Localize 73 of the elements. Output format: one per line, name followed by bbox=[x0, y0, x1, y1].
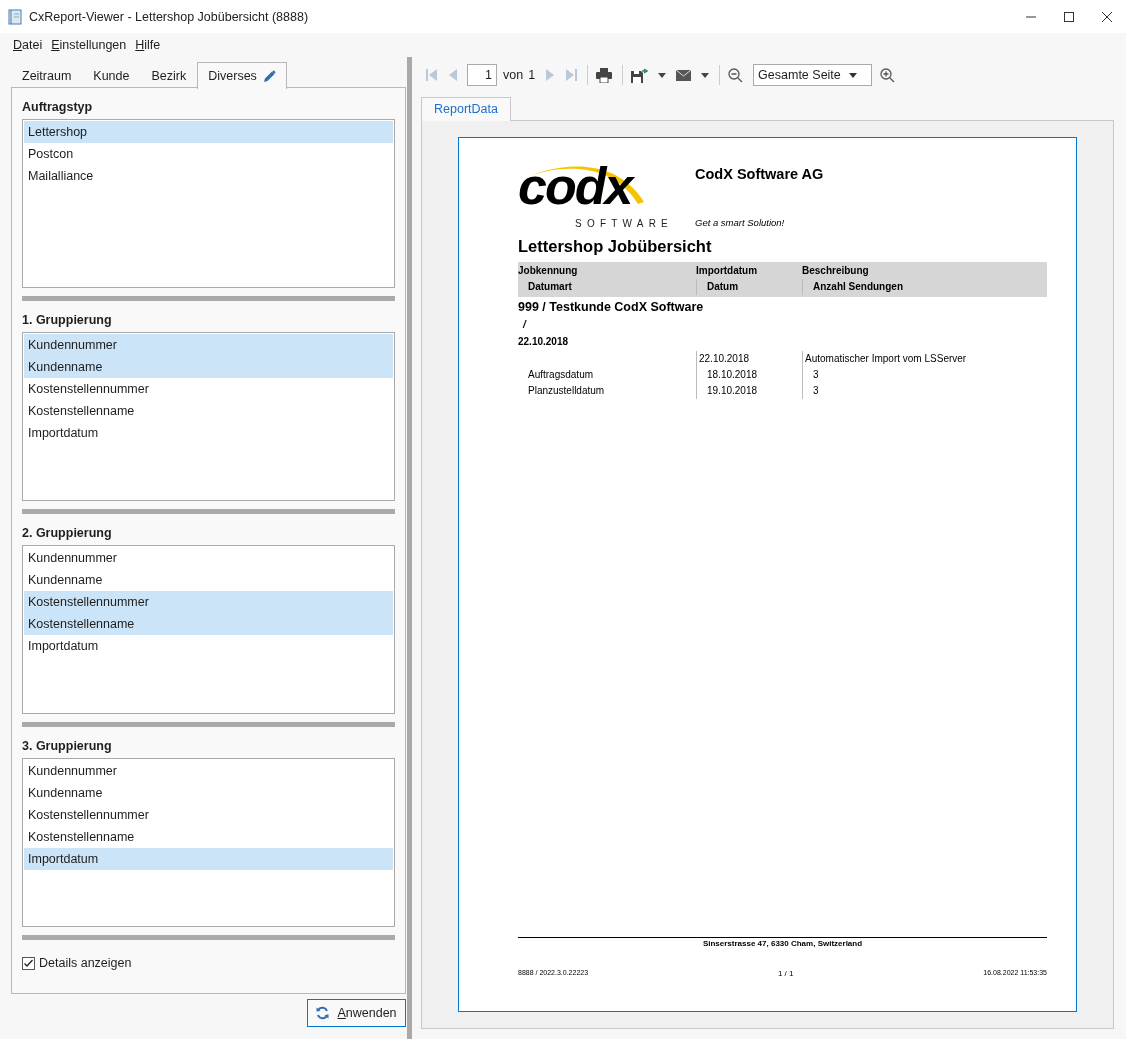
menu-item[interactable]: Einstellungen bbox=[51, 38, 127, 52]
export-icon[interactable] bbox=[631, 67, 649, 83]
table-cell-text: 22.10.2018 bbox=[698, 353, 750, 364]
list-item[interactable]: Kundenname bbox=[24, 356, 393, 378]
column-header: Importdatum bbox=[696, 264, 759, 278]
notebook-icon bbox=[8, 8, 22, 25]
list-item[interactable]: Kundennummer bbox=[24, 547, 393, 569]
logo-tagline: SOFTWARE bbox=[575, 218, 673, 229]
caret-icon[interactable] bbox=[658, 72, 667, 78]
tab[interactable]: Diverses bbox=[197, 62, 287, 89]
maximize-icon[interactable] bbox=[1064, 11, 1074, 22]
page-number: 1 / 1 bbox=[777, 969, 794, 978]
section-title: 2. Gruppierung bbox=[22, 525, 113, 542]
print-icon[interactable] bbox=[596, 67, 613, 83]
section-title: Auftragstyp bbox=[22, 99, 94, 116]
list-item[interactable]: Kostenstellennummer bbox=[24, 378, 393, 400]
list-item[interactable]: Postcon bbox=[24, 143, 393, 165]
list-item[interactable]: Importdatum bbox=[24, 635, 393, 657]
list-item[interactable]: Lettershop bbox=[24, 121, 393, 143]
table-cell-text: Planzustelldatum bbox=[527, 384, 606, 398]
list-item[interactable]: Kundennummer bbox=[24, 760, 393, 782]
tab[interactable]: Bezirk bbox=[140, 62, 198, 88]
column-header: Anzahl Sendungen bbox=[802, 279, 1047, 295]
date-group: 22.10.2018 bbox=[518, 333, 1047, 351]
zoom-dropdown[interactable]: Gesamte Seite bbox=[753, 64, 873, 86]
menu-item[interactable]: Datei bbox=[13, 38, 43, 52]
list-item[interactable]: Kostenstellenname bbox=[24, 826, 393, 848]
list-item[interactable]: Kundennummer bbox=[24, 334, 393, 356]
window-title: CxReport-Viewer - Lettershop Jobübersicht (8888) bbox=[29, 9, 309, 24]
list-item[interactable]: Mailalliance bbox=[24, 165, 393, 187]
table-cell-text: Automatischer Import vom LSServer bbox=[804, 353, 967, 364]
group-subtitle: / bbox=[521, 318, 528, 332]
list-item[interactable]: Importdatum bbox=[24, 422, 393, 444]
caret-icon bbox=[849, 72, 858, 78]
menu-item[interactable]: Hilfe bbox=[135, 38, 161, 52]
table-cell-text: 3 bbox=[812, 369, 819, 380]
zoom-out-icon[interactable] bbox=[728, 67, 744, 83]
report-title: Lettershop Jobübersicht bbox=[518, 237, 713, 257]
page-field[interactable]: 1 bbox=[467, 64, 497, 86]
checkbox-label[interactable]: Details anzeigen bbox=[39, 956, 132, 970]
list-item[interactable]: Kostenstellennummer bbox=[24, 804, 393, 826]
page-count: 1 bbox=[528, 68, 536, 82]
close-icon[interactable] bbox=[1102, 11, 1112, 22]
list-item[interactable]: Kostenstellennummer bbox=[24, 591, 393, 613]
report-tab[interactable]: ReportData bbox=[421, 97, 511, 121]
table-cell-text: 18.10.2018 bbox=[706, 369, 758, 380]
zoom-in-icon[interactable] bbox=[880, 67, 896, 83]
list-item[interactable]: Kundenname bbox=[24, 782, 393, 804]
tab[interactable]: Kunde bbox=[82, 62, 141, 88]
refresh-icon bbox=[316, 1006, 330, 1020]
section-title: 3. Gruppierung bbox=[22, 738, 113, 755]
table-cell-text: 19.10.2018 bbox=[706, 385, 758, 396]
list-item[interactable]: Kostenstellenname bbox=[24, 613, 393, 635]
tab[interactable]: Zeitraum bbox=[11, 62, 83, 88]
table-cell-text: 3 bbox=[812, 385, 819, 396]
slogan: Get a smart Solution! bbox=[695, 217, 786, 228]
list-item[interactable]: Importdatum bbox=[24, 848, 393, 870]
column-header: Datum bbox=[696, 279, 802, 295]
list-item[interactable]: Kostenstellenname bbox=[24, 400, 393, 422]
section-title: 1. Gruppierung bbox=[22, 312, 113, 329]
column-header: Beschreibung bbox=[802, 264, 870, 278]
footer-address: Sinserstrasse 47, 6330 Cham, Switzerland bbox=[702, 939, 863, 948]
caret-icon[interactable] bbox=[701, 72, 710, 78]
column-header: Jobkennung bbox=[518, 264, 579, 278]
table-cell-text: Auftragsdatum bbox=[527, 368, 595, 382]
column-header: Datumart bbox=[527, 280, 573, 294]
group-title: 999 / Testkunde CodX Software bbox=[518, 299, 705, 316]
apply-button[interactable]: Anwenden bbox=[307, 999, 406, 1027]
page-of-label: von bbox=[503, 68, 524, 82]
checkbox-icon[interactable] bbox=[22, 956, 35, 970]
mail-icon[interactable] bbox=[676, 69, 692, 81]
list-item[interactable]: Kundenname bbox=[24, 569, 393, 591]
company-name: CodX Software AG bbox=[695, 166, 824, 182]
